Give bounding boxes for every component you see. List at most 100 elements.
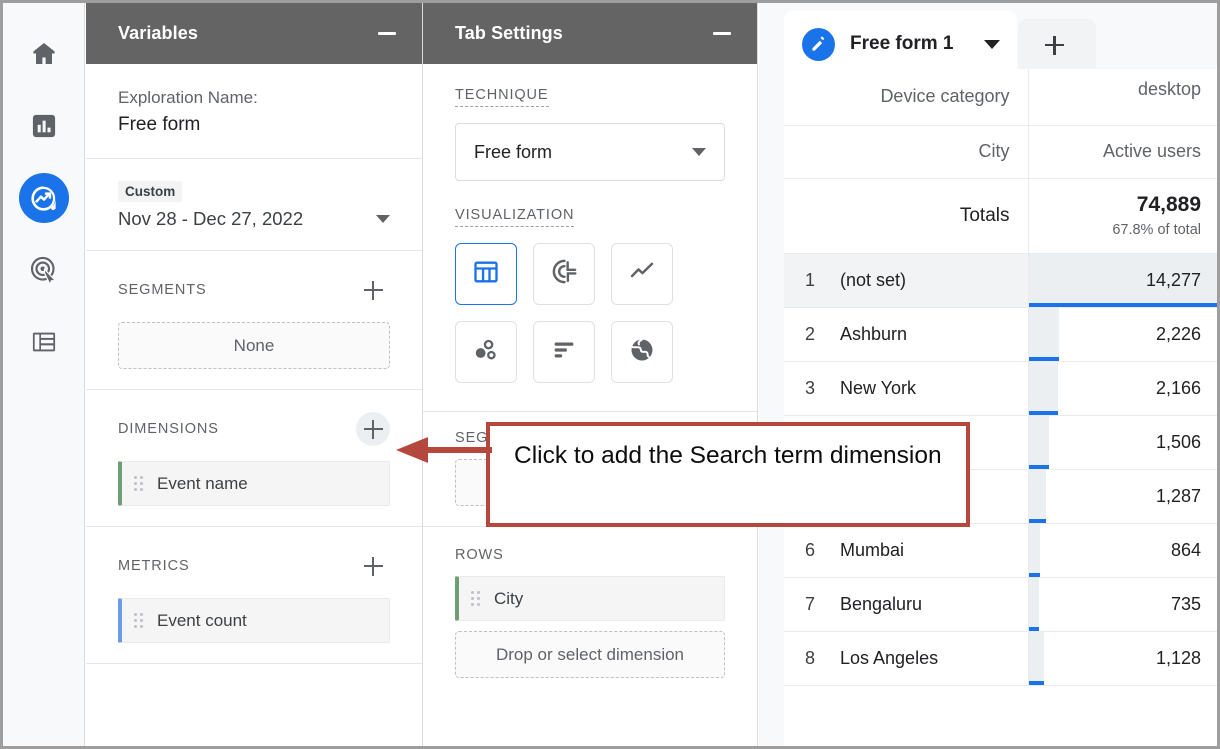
rows-chip-label: City	[494, 588, 524, 608]
tab-free-form-1[interactable]: Free form 1	[784, 11, 1018, 77]
viz-option-free-form-table[interactable]	[455, 243, 517, 305]
metric-bar-track	[1028, 307, 1059, 361]
metric-header[interactable]: Active users	[1027, 125, 1217, 179]
rows-label: ROWS	[455, 547, 504, 563]
dimension-chip-label: Event name	[157, 473, 248, 493]
sidebar-item-configure[interactable]	[19, 317, 69, 367]
table-row[interactable]: 1 (not set) 14,277	[784, 253, 1217, 308]
plus-icon	[1044, 35, 1070, 61]
row-rank: 3	[784, 361, 836, 416]
row-metric-cell: 2,226	[1027, 307, 1217, 362]
row-dimension-header[interactable]: City	[784, 125, 1028, 179]
row-metric-cell: 1,128	[1027, 631, 1217, 686]
row-metric-cell: 1,506	[1027, 415, 1217, 470]
chevron-down-icon	[692, 148, 706, 156]
row-metric-value: 1,287	[1155, 485, 1201, 506]
add-dimension-button[interactable]	[356, 412, 390, 447]
table-row[interactable]: 3 New York 2,166	[784, 361, 1217, 416]
row-metric-cell: 2,166	[1027, 361, 1217, 416]
metric-bar-track	[1028, 577, 1039, 631]
row-rank: 6	[784, 523, 836, 578]
viz-option-donut-chart[interactable]	[533, 243, 595, 305]
sidebar-item-advertising[interactable]	[19, 245, 69, 295]
callout-annotation: Click to add the Search term dimension	[486, 422, 970, 527]
scatter-plot-icon	[472, 336, 500, 369]
technique-select-value: Free form	[474, 141, 553, 162]
row-city: Los Angeles	[836, 631, 1028, 686]
advertising-icon	[29, 255, 59, 285]
sidebar-item-explore[interactable]	[18, 173, 69, 223]
row-city: (not set)	[836, 253, 1028, 308]
tab-settings-panel: Tab Settings TECHNIQUE Free form VISUALI…	[423, 3, 758, 746]
row-rank: 8	[784, 631, 836, 686]
metrics-label: METRICS	[118, 558, 190, 575]
row-city: Mumbai	[836, 523, 1028, 578]
drag-handle-icon[interactable]	[134, 613, 143, 629]
donut-chart-icon	[550, 257, 579, 291]
row-metric-value: 2,166	[1155, 377, 1201, 398]
visualization-options	[455, 243, 725, 383]
tab-settings-panel-body: TECHNIQUE Free form VISUALIZATION SEG RO…	[423, 64, 757, 698]
viz-option-geo-map[interactable]	[611, 321, 673, 383]
exploration-name-label: Exploration Name:	[118, 88, 258, 107]
sidebar-item-home[interactable]	[19, 29, 69, 79]
metric-chip-label: Event count	[157, 610, 247, 630]
metric-bar-fill	[1028, 680, 1044, 685]
table-row[interactable]: 8 Los Angeles 1,128	[784, 631, 1217, 686]
viz-option-line-chart[interactable]	[611, 243, 673, 305]
add-metric-button[interactable]	[356, 549, 390, 583]
metric-bar-fill	[1028, 518, 1047, 523]
drag-handle-icon[interactable]	[471, 591, 480, 606]
tab-settings-panel-title: Tab Settings	[455, 23, 563, 43]
rows-chip-city[interactable]: City	[455, 576, 725, 621]
metric-bar-fill	[1028, 410, 1058, 415]
date-range-chip: Custom	[118, 181, 183, 203]
date-range-value: Nov 28 - Dec 27, 2022	[118, 208, 304, 230]
minus-icon	[713, 32, 731, 35]
table-row[interactable]: 6 Mumbai 864	[784, 523, 1217, 578]
technique-select[interactable]: Free form	[455, 123, 725, 181]
metric-chip-event-count[interactable]: Event count	[118, 598, 390, 644]
metrics-section: METRICS Event count	[86, 527, 422, 663]
viz-option-bar-chart[interactable]	[533, 321, 595, 383]
drag-handle-icon[interactable]	[134, 476, 143, 492]
row-metric-value: 1,506	[1155, 431, 1201, 452]
chevron-down-icon[interactable]	[984, 39, 1001, 49]
reports-icon	[30, 112, 58, 140]
collapse-variables-button[interactable]	[374, 21, 400, 47]
home-icon	[29, 39, 59, 69]
variables-panel-divider	[86, 663, 422, 665]
date-range-section[interactable]: Custom Nov 28 - Dec 27, 2022	[86, 159, 422, 252]
metric-bar-track	[1028, 631, 1044, 685]
sidebar-item-reports[interactable]	[19, 101, 69, 151]
metric-bar-fill	[1028, 356, 1059, 361]
segments-label: SEGMENTS	[118, 282, 207, 299]
free-form-table: Device category desktop City Active user…	[784, 69, 1217, 746]
table-row[interactable]: 2 Ashburn 2,226	[784, 307, 1217, 362]
exploration-name-value[interactable]: Free form	[118, 111, 390, 139]
dimension-chip-event-name[interactable]: Event name	[118, 461, 390, 507]
collapse-tab-settings-button[interactable]	[709, 21, 735, 47]
bar-chart-icon	[550, 336, 578, 369]
variables-panel-title: Variables	[118, 23, 198, 43]
row-metric-value: 735	[1170, 593, 1201, 614]
rows-dropzone[interactable]: Drop or select dimension	[455, 631, 725, 678]
free-form-table-icon	[472, 258, 500, 291]
row-rank: 7	[784, 577, 836, 632]
technique-label: TECHNIQUE	[455, 87, 549, 107]
totals-label: Totals	[784, 178, 1028, 254]
table-row[interactable]: 7 Bengaluru 735	[784, 577, 1217, 632]
geo-map-icon	[628, 336, 656, 369]
chevron-down-icon[interactable]	[376, 215, 390, 224]
segments-section: SEGMENTS None	[86, 251, 422, 391]
viz-option-scatter-plot[interactable]	[455, 321, 517, 383]
configure-icon	[30, 328, 58, 356]
segments-dropzone[interactable]: None	[118, 322, 390, 370]
pencil-icon	[802, 27, 835, 61]
row-city: Bengaluru	[836, 577, 1028, 632]
dimensions-section: DIMENSIONS Event name	[86, 390, 422, 528]
add-segment-button[interactable]	[356, 273, 390, 307]
line-chart-icon	[628, 258, 656, 291]
rows-section: ROWS City Drop or select dimension	[423, 527, 757, 698]
metric-bar-track	[1028, 415, 1050, 469]
